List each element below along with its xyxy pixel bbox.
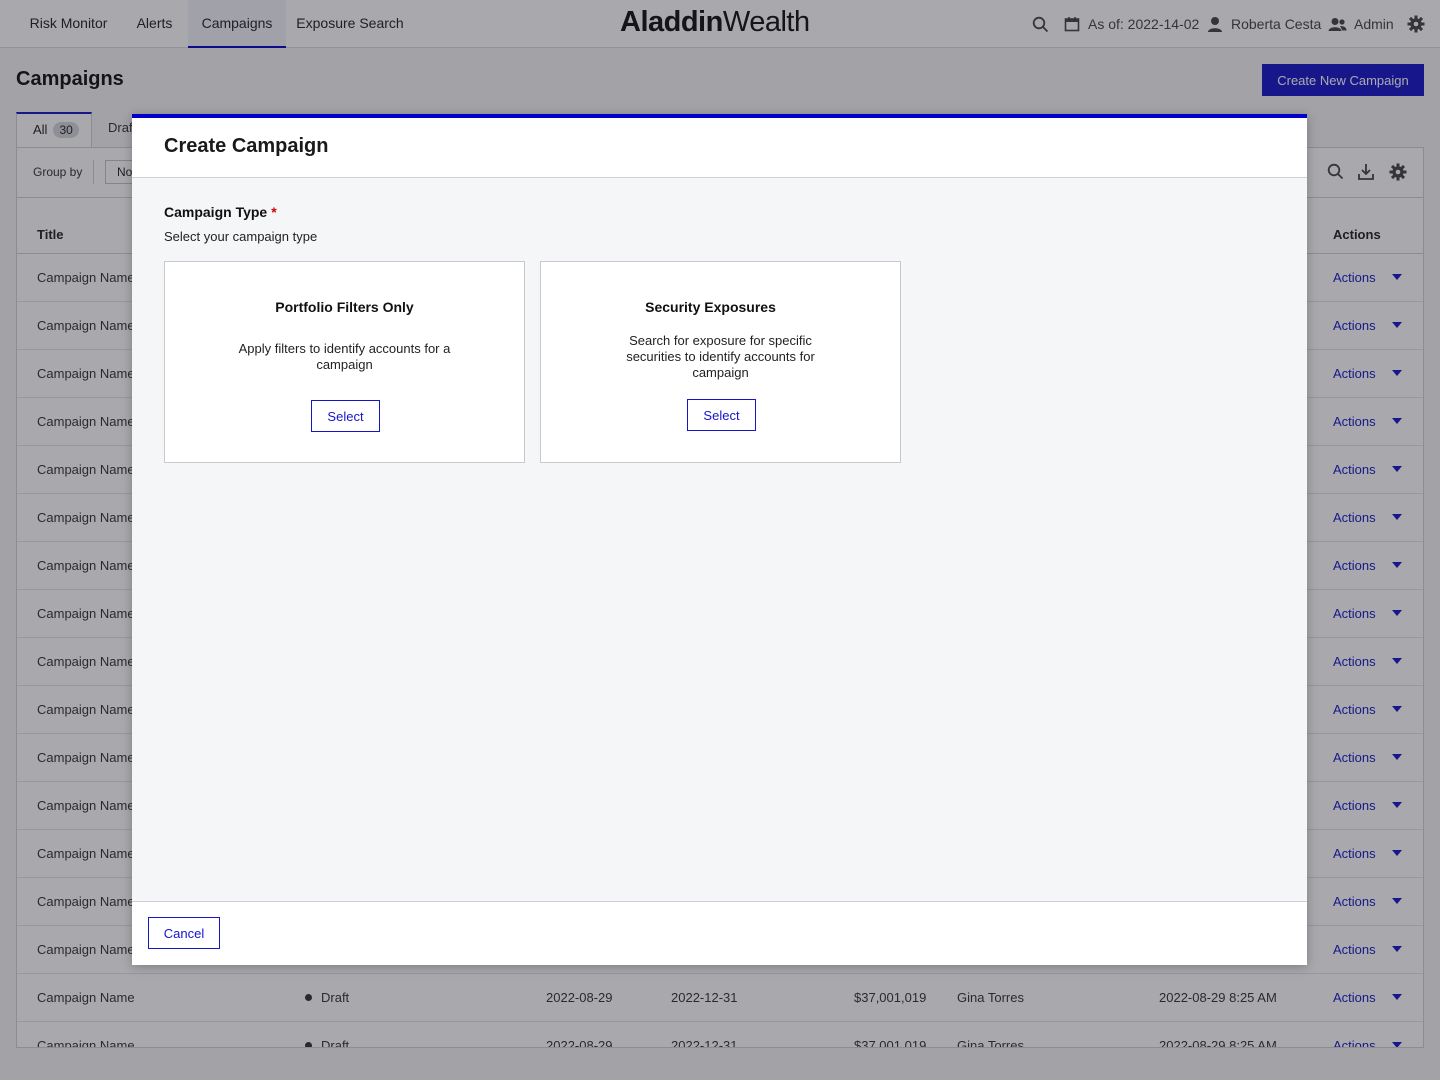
dialog-header: Create Campaign <box>132 118 1307 178</box>
select-portfolio-filters-button[interactable]: Select <box>311 400 380 432</box>
card-description: Apply filters to identify accounts for a… <box>238 341 451 372</box>
select-security-exposures-button[interactable]: Select <box>687 399 756 431</box>
card-title: Portfolio Filters Only <box>275 299 414 315</box>
dialog-footer: Cancel <box>132 901 1307 965</box>
required-marker: * <box>271 204 277 220</box>
campaign-type-card-security-exposures[interactable]: Security Exposures Search for exposure f… <box>540 261 901 463</box>
card-title: Security Exposures <box>645 299 776 315</box>
campaign-type-help: Select your campaign type <box>164 229 318 244</box>
campaign-type-card-portfolio-filters[interactable]: Portfolio Filters Only Apply filters to … <box>164 261 525 463</box>
create-campaign-dialog: Create Campaign Campaign Type * Select yo… <box>132 114 1307 965</box>
dialog-title: Create Campaign <box>164 135 329 157</box>
card-description: Search for exposure for specific securit… <box>626 333 815 380</box>
campaign-type-label: Campaign Type * <box>164 204 277 220</box>
cancel-button[interactable]: Cancel <box>148 917 220 949</box>
campaign-type-label-text: Campaign Type <box>164 204 268 220</box>
